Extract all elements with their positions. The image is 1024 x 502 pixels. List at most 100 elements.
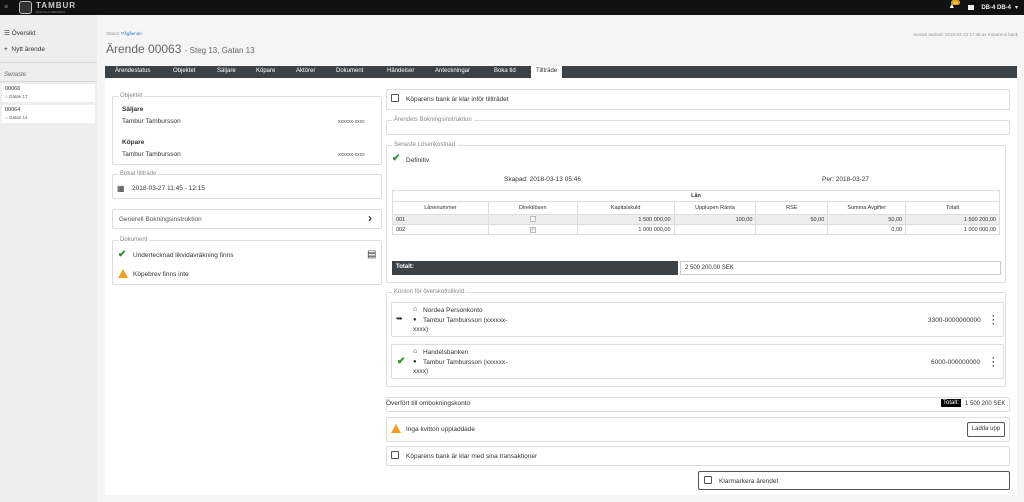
status-label: Status: xyxy=(106,31,121,36)
bokat-tilltrade-value: 2018-03-27 11:45 - 12:15 xyxy=(132,185,205,192)
recent-item-id: 00066 xyxy=(5,86,21,92)
page-title: Ärende 00063 - Steg 13, Gatan 13 xyxy=(106,42,255,56)
more-options-icon[interactable]: · · · xyxy=(992,312,995,329)
recent-item-address: Gatan 14 xyxy=(8,115,28,120)
person-icon: ● xyxy=(413,359,417,365)
plus-icon: + xyxy=(4,46,8,53)
more-options-icon[interactable]: · · · xyxy=(992,354,995,371)
bank-icon: ⌂ xyxy=(413,306,418,313)
transfer-icon: ➥ xyxy=(396,314,403,323)
definitiv-label: Definitiv xyxy=(406,157,430,164)
notification-bell-icon[interactable]: ▲ 16 xyxy=(948,0,960,12)
sidebar-item-label: Nytt ärende xyxy=(11,46,46,53)
tab-tilltrade[interactable]: Tillträde xyxy=(531,66,563,78)
recent-item[interactable]: 00066 ⌂ Gatan 17 xyxy=(2,84,95,102)
recent-item-address: Gatan 17 xyxy=(8,94,28,99)
direktlosen-checkbox[interactable] xyxy=(487,214,578,225)
loan-table: Lån Lånenummer Direktlösen Kapitalskuld … xyxy=(392,190,1000,235)
totalt-value: 2 500 200,00 SEK xyxy=(680,261,1001,275)
check-icon: ✔ xyxy=(392,153,401,164)
bokat-tilltrade-label: Bokat tillträde xyxy=(118,171,159,177)
tab-kopare[interactable]: Köpare xyxy=(256,68,275,74)
column-header: Upplupen Ränta xyxy=(673,201,757,215)
column-header: RSE xyxy=(755,201,829,215)
saljare-name: Tambur Tambursson xyxy=(122,118,181,125)
account-owner: Tambur Tambursson (xxxxxx- xyxy=(423,359,508,366)
account-bank: Handelsbanken xyxy=(423,349,469,356)
sidebar-item-oversikt[interactable]: ☰ Översikt xyxy=(4,29,35,37)
table-cell: 1 500 200,00 xyxy=(905,214,1000,225)
direktlosen-checkbox[interactable]: ✓ xyxy=(487,224,578,235)
case-subtitle: - Steg 13, Gatan 13 xyxy=(184,46,255,55)
column-header: Kapitalskuld xyxy=(576,201,675,215)
dokument-label: Dokument xyxy=(118,237,150,243)
column-header: Summa Avgifter xyxy=(827,201,907,215)
doc-likvidavrakning: Undertecknad likvidavräkning finns xyxy=(133,252,234,259)
user-menu[interactable]: DB-4 DB-4 xyxy=(981,5,1011,11)
tab-dokument[interactable]: Dokument xyxy=(336,68,363,74)
status-line: Status: Pågående xyxy=(106,31,142,36)
chevron-down-icon[interactable]: ▾ xyxy=(1015,4,1018,11)
sidebar-item-nytt-arende[interactable]: + Nytt ärende xyxy=(4,46,45,53)
tab-aktorer[interactable]: Aktörer xyxy=(296,68,315,74)
overfort-label: Överfört till ombokningskonto xyxy=(386,400,471,407)
calendar-icon: ▦ xyxy=(117,184,125,193)
saljare-personnr: xxxxxx-xxxx xyxy=(338,119,365,125)
table-cell: 50,00 xyxy=(827,214,907,225)
top-bar: ≡ TAMBUR DIGITALA ÄRENDEN ▲ 16 DB-4 DB-4… xyxy=(0,0,1024,15)
table-cell: 002 xyxy=(392,224,489,235)
check-icon: ✔ xyxy=(118,249,127,260)
table-cell: 1 000 000,00 xyxy=(905,224,1000,235)
column-header: Lånenummer xyxy=(392,201,489,215)
logo-text[interactable]: TAMBUR xyxy=(36,1,76,10)
objektet-label: Objektet xyxy=(118,93,145,99)
totalt-label: Totalt: xyxy=(392,261,678,275)
sidebar: ☰ Översikt + Nytt ärende Senaste 00066 ⌂… xyxy=(0,15,97,502)
last-changed: Senast ändrad: 2018-03-13 17:48 av Köpar… xyxy=(913,32,1018,37)
sidebar-item-label: Översikt xyxy=(11,30,36,37)
klarmarkera-label: Klarmarkera ärendet xyxy=(719,478,779,485)
klarmarkera-checkbox[interactable] xyxy=(704,476,712,484)
chevron-right-icon[interactable]: › xyxy=(368,211,372,225)
table-row: 001 1 500 000,00 100,00 50,00 50,00 1 50… xyxy=(392,214,1000,225)
document-icon[interactable]: ▤ xyxy=(367,249,376,260)
table-cell: 100,00 xyxy=(673,214,757,225)
table-row: 002 ✓ 1 000 000,00 0,00 1 000 000,00 xyxy=(392,224,1000,235)
menu-icon[interactable]: ≡ xyxy=(4,4,8,11)
warning-icon xyxy=(391,424,401,433)
tab-anteckningar[interactable]: Anteckningar xyxy=(435,68,470,74)
upload-button[interactable]: Ladda upp xyxy=(967,422,1005,437)
recent-item-id: 00064 xyxy=(5,107,21,113)
person-icon: ● xyxy=(413,317,417,323)
home-icon: ⌂ xyxy=(5,115,8,120)
loan-table-title: Lån xyxy=(392,190,1000,202)
bokningsinstruktion-label: Ärendets Bokningsinstruktion xyxy=(392,117,474,123)
konton-label: Konton för överskottslikvid xyxy=(392,289,467,295)
doc-kopebrev: Köpebrev finns inte xyxy=(133,271,189,278)
recent-heading: Senaste xyxy=(4,72,27,78)
tab-arendestatus[interactable]: Ärendestatus xyxy=(115,68,150,74)
overfort-total-value: 1 500 200 SEK xyxy=(965,401,1006,407)
tab-objektet[interactable]: Objektet xyxy=(173,68,195,74)
tab-handelser[interactable]: Händelser xyxy=(387,68,414,74)
overfort-total-label: Totalt: xyxy=(941,399,962,407)
tab-boka-tid[interactable]: Boka tid xyxy=(494,68,516,74)
logo-icon[interactable] xyxy=(19,1,32,14)
bank-done-checkbox[interactable] xyxy=(391,451,399,459)
table-cell xyxy=(673,224,757,235)
generell-bokningsinstruktion-label: Generell Bokningsinstruktion xyxy=(119,216,202,223)
chat-icon[interactable] xyxy=(968,5,975,10)
kvitton-row xyxy=(386,417,1010,442)
kopare-heading: Köpare xyxy=(122,139,145,146)
table-cell: 1 000 000,00 xyxy=(576,224,675,235)
column-header: Totalt xyxy=(905,201,1000,215)
list-icon: ☰ xyxy=(4,30,10,37)
status-value[interactable]: Pågående xyxy=(121,31,142,36)
account-number: 6000-000000000 xyxy=(931,359,981,366)
tab-saljare[interactable]: Säljare xyxy=(217,68,236,74)
kvitton-label: Inga kvitton uppladdade xyxy=(406,426,476,433)
saljare-heading: Säljare xyxy=(122,106,144,113)
recent-item[interactable]: 00064 ⌂ Gatan 14 xyxy=(2,105,95,123)
bank-ready-checkbox[interactable] xyxy=(391,94,399,102)
home-icon: ⌂ xyxy=(5,94,8,99)
